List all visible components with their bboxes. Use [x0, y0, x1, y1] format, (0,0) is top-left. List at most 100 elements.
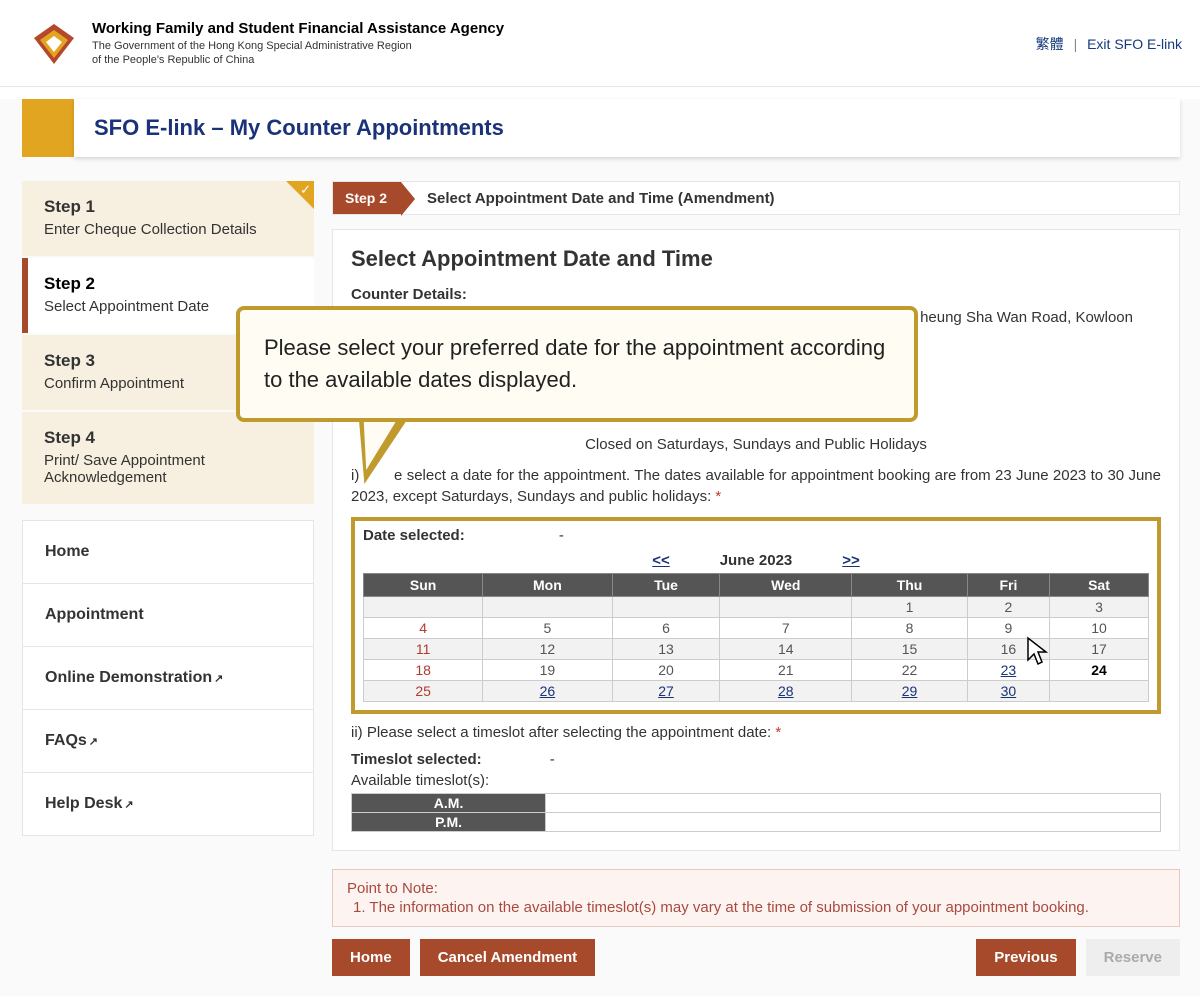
- required-asterisk: *: [775, 724, 781, 741]
- instruction-i: i) e select a date for the appointment. …: [351, 465, 1161, 507]
- reserve-button[interactable]: Reserve: [1086, 939, 1180, 976]
- cal-prev-link[interactable]: <<: [652, 552, 670, 569]
- wizard-step-4[interactable]: Step 4Print/ Save Appointment Acknowledg…: [22, 412, 314, 504]
- cancel-amendment-button[interactable]: Cancel Amendment: [420, 939, 595, 976]
- cal-cell: 21: [720, 660, 852, 681]
- closed-note: Closed on Saturdays, Sundays and Public …: [351, 436, 1161, 453]
- timeslot-selected-value: -: [550, 751, 555, 768]
- top-links: 繁體 | Exit SFO E-link: [1036, 34, 1182, 54]
- title-accent: [22, 99, 74, 157]
- counter-details-label: Counter Details:: [351, 286, 1161, 303]
- cal-cell: 9: [967, 618, 1049, 639]
- cal-cell: 20: [612, 660, 720, 681]
- calendar-nav: << June 2023 >>: [363, 552, 1149, 569]
- step-chip: Step 2: [333, 182, 401, 214]
- instruction-ii: ii) Please select a timeslot after selec…: [351, 724, 1161, 741]
- cal-cell: 4: [364, 618, 483, 639]
- cal-cell: 11: [364, 639, 483, 660]
- cal-cell: [1049, 681, 1148, 702]
- note-body: 1. The information on the available time…: [347, 899, 1165, 916]
- step-desc: Enter Cheque Collection Details: [44, 221, 292, 238]
- cal-cell: 5: [483, 618, 612, 639]
- logo-block: Working Family and Student Financial Ass…: [30, 20, 504, 68]
- timeslot-table: A.M. P.M.: [351, 793, 1161, 832]
- agency-logo-icon: [30, 20, 78, 68]
- cal-cell: 3: [1049, 597, 1148, 618]
- date-selected-value: -: [559, 527, 564, 544]
- note-title: Point to Note:: [347, 880, 1165, 897]
- panel-heading: Select Appointment Date and Time: [351, 246, 1161, 272]
- cal-day-header: Thu: [852, 574, 968, 597]
- lang-toggle-link[interactable]: 繁體: [1036, 36, 1064, 52]
- timeslot-am-body: [546, 794, 1161, 813]
- instruction-callout: Please select your preferred date for th…: [236, 306, 918, 422]
- external-link-icon: ↗: [89, 735, 98, 748]
- external-link-icon: ↗: [214, 672, 223, 685]
- cal-cell: 8: [852, 618, 968, 639]
- cal-day-header: Sat: [1049, 574, 1148, 597]
- cal-cell[interactable]: 23: [967, 660, 1049, 681]
- nav-item-help-desk[interactable]: Help Desk↗: [23, 773, 313, 835]
- cal-cell[interactable]: 30: [967, 681, 1049, 702]
- nav-item-home[interactable]: Home: [23, 521, 313, 584]
- cal-date-link[interactable]: 23: [1001, 662, 1017, 678]
- home-button[interactable]: Home: [332, 939, 410, 976]
- step-header: Step 2 Select Appointment Date and Time …: [332, 181, 1180, 215]
- cal-cell: [720, 597, 852, 618]
- cal-cell: 10: [1049, 618, 1148, 639]
- cal-date-link[interactable]: 30: [1001, 683, 1017, 699]
- cal-cell[interactable]: 29: [852, 681, 968, 702]
- cal-date-link[interactable]: 26: [540, 683, 556, 699]
- cal-day-header: Wed: [720, 574, 852, 597]
- left-sidebar: Step 1Enter Cheque Collection Details Ste…: [22, 181, 314, 976]
- nav-item-online-demonstration[interactable]: Online Demonstration↗: [23, 647, 313, 710]
- cal-cell[interactable]: 28: [720, 681, 852, 702]
- link-separator: |: [1074, 36, 1078, 52]
- cal-cell: 2: [967, 597, 1049, 618]
- check-icon: [286, 181, 314, 209]
- step-title: Step 2: [44, 274, 292, 294]
- exit-link[interactable]: Exit SFO E-link: [1087, 36, 1182, 52]
- cal-cell[interactable]: 27: [612, 681, 720, 702]
- cal-cell: 13: [612, 639, 720, 660]
- timeslot-pm-body: [546, 813, 1161, 832]
- date-selected-row: Date selected: -: [363, 527, 1149, 544]
- timeslot-pm-header: P.M.: [352, 813, 546, 832]
- nav-item-appointment[interactable]: Appointment: [23, 584, 313, 647]
- cal-date-link[interactable]: 27: [658, 683, 674, 699]
- cal-month: June 2023: [720, 552, 793, 569]
- required-asterisk: *: [715, 488, 721, 505]
- step-title: Step 4: [44, 428, 292, 448]
- page-title: SFO E-link – My Counter Appointments: [94, 115, 1156, 141]
- timeslot-selected-label: Timeslot selected:: [351, 751, 482, 768]
- nav-item-faqs[interactable]: FAQs↗: [23, 710, 313, 773]
- timeslot-selected-row: Timeslot selected: -: [351, 751, 1161, 768]
- cal-cell: 6: [612, 618, 720, 639]
- previous-button[interactable]: Previous: [976, 939, 1075, 976]
- cal-cell: 14: [720, 639, 852, 660]
- calendar-table: SunMonTueWedThuFriSat 123456789101112131…: [363, 573, 1149, 702]
- cal-next-link[interactable]: >>: [842, 552, 860, 569]
- cal-cell: 1: [852, 597, 968, 618]
- cal-date-link[interactable]: 28: [778, 683, 794, 699]
- cal-cell: 12: [483, 639, 612, 660]
- cal-cell: 25: [364, 681, 483, 702]
- external-link-icon: ↗: [124, 798, 133, 811]
- cal-day-header: Sun: [364, 574, 483, 597]
- cal-day-header: Fri: [967, 574, 1049, 597]
- agency-name: Working Family and Student Financial Ass…: [92, 20, 504, 37]
- cal-day-header: Tue: [612, 574, 720, 597]
- cal-cell: 17: [1049, 639, 1148, 660]
- cal-cell[interactable]: 26: [483, 681, 612, 702]
- agency-sub-1: The Government of the Hong Kong Special …: [92, 39, 504, 53]
- date-selected-label: Date selected:: [363, 527, 465, 544]
- timeslot-am-header: A.M.: [352, 794, 546, 813]
- cal-cell: [364, 597, 483, 618]
- cal-cell: 16: [967, 639, 1049, 660]
- cal-cell: 24: [1049, 660, 1148, 681]
- cal-date-link[interactable]: 29: [902, 683, 918, 699]
- top-header: Working Family and Student Financial Ass…: [0, 0, 1200, 87]
- wizard-step-1[interactable]: Step 1Enter Cheque Collection Details: [22, 181, 314, 256]
- agency-sub-2: of the People's Republic of China: [92, 53, 504, 67]
- button-row: Home Cancel Amendment Previous Reserve: [332, 939, 1180, 976]
